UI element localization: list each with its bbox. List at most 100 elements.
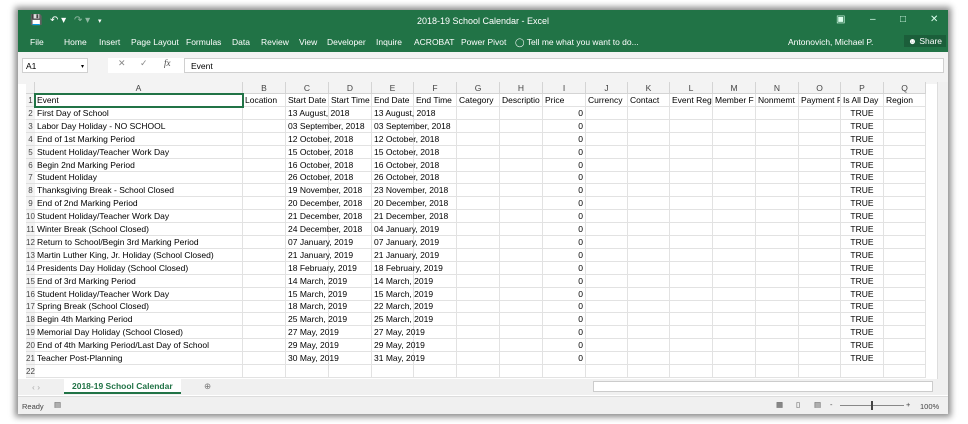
cell[interactable] (799, 326, 841, 340)
cell[interactable] (884, 248, 926, 262)
page-layout-view-icon[interactable]: ▯ (796, 400, 800, 409)
cell[interactable] (713, 248, 756, 262)
cell[interactable] (713, 210, 756, 224)
cell[interactable] (586, 158, 628, 172)
cell[interactable]: 24 December, 2018 (286, 223, 362, 236)
ribbon-tab[interactable]: Formulas (186, 37, 221, 47)
cell[interactable] (500, 145, 543, 159)
cell[interactable] (500, 300, 543, 314)
cell[interactable] (713, 313, 756, 327)
cell[interactable]: 26 October, 2018 (372, 171, 439, 185)
cell[interactable] (500, 158, 543, 172)
maximize-icon[interactable]: □ (900, 14, 906, 25)
cell[interactable] (713, 274, 756, 288)
cell[interactable]: Location (243, 94, 286, 107)
cell[interactable] (586, 210, 628, 224)
cell[interactable] (586, 132, 628, 146)
cell[interactable]: TRUE (841, 339, 884, 353)
cell[interactable]: 22 March, 2019 (372, 300, 433, 314)
cell[interactable] (799, 352, 841, 365)
cell[interactable]: TRUE (841, 145, 884, 159)
cell[interactable] (628, 352, 670, 365)
cell[interactable] (756, 326, 799, 340)
cell[interactable] (628, 313, 670, 327)
cell[interactable]: Begin 4th Marking Period (35, 313, 243, 327)
cell[interactable] (628, 197, 670, 211)
row-header[interactable]: 14 (26, 261, 35, 275)
cell[interactable] (243, 158, 286, 172)
minimize-icon[interactable]: – (870, 14, 876, 25)
normal-view-icon[interactable]: ▦ (776, 400, 783, 409)
vertical-scrollbar[interactable] (937, 82, 948, 382)
cell[interactable]: 21 December, 2018 (286, 210, 362, 224)
cell[interactable] (628, 326, 670, 340)
cell[interactable] (500, 287, 543, 301)
cell[interactable] (713, 106, 756, 120)
cell[interactable]: Martin Luther King, Jr. Holiday (School … (35, 248, 243, 262)
cell[interactable]: 16 October, 2018 (286, 158, 353, 172)
cell[interactable]: Is All Day (841, 94, 884, 107)
insert-function-icon[interactable]: fx (164, 58, 171, 68)
cell[interactable] (628, 119, 670, 133)
cell[interactable]: TRUE (841, 210, 884, 224)
cell[interactable] (756, 287, 799, 301)
cell[interactable]: TRUE (841, 184, 884, 198)
cell[interactable]: 0 (543, 158, 586, 172)
cell[interactable]: Price (543, 94, 586, 107)
cell[interactable] (457, 145, 500, 159)
cell[interactable] (884, 197, 926, 211)
cell[interactable]: 15 March, 2019 (372, 287, 433, 301)
row-header[interactable]: 9 (26, 197, 35, 211)
cell[interactable] (243, 364, 286, 378)
cell[interactable] (756, 171, 799, 185)
cell[interactable] (628, 210, 670, 224)
cell[interactable] (628, 364, 670, 378)
cell[interactable] (756, 197, 799, 211)
cell[interactable]: First Day of School (35, 106, 243, 120)
row-header[interactable]: 15 (26, 274, 35, 288)
macro-record-icon[interactable]: ▤ (54, 400, 61, 409)
cell[interactable]: Return to School/Begin 3rd Marking Perio… (35, 235, 243, 249)
cell[interactable]: 26 October, 2018 (286, 171, 353, 185)
cell[interactable] (713, 119, 756, 133)
cell[interactable] (756, 364, 799, 378)
cell[interactable]: Begin 2nd Marking Period (35, 158, 243, 172)
cell[interactable] (500, 339, 543, 353)
cell[interactable] (670, 106, 713, 120)
cell[interactable] (799, 300, 841, 314)
cell[interactable] (457, 119, 500, 133)
cell[interactable] (670, 326, 713, 340)
cell[interactable] (586, 274, 628, 288)
cell[interactable] (500, 119, 543, 133)
cell[interactable] (884, 106, 926, 120)
cell[interactable] (799, 313, 841, 327)
cell[interactable]: 0 (543, 132, 586, 146)
cell[interactable] (670, 274, 713, 288)
cell[interactable] (628, 106, 670, 120)
cell[interactable] (756, 261, 799, 275)
cell[interactable] (670, 352, 713, 365)
cell[interactable] (457, 326, 500, 340)
column-header[interactable]: M (713, 82, 756, 94)
cell[interactable]: Category (457, 94, 500, 107)
cell[interactable] (586, 326, 628, 340)
cell[interactable] (884, 158, 926, 172)
row-header[interactable]: 13 (26, 248, 35, 262)
cell[interactable] (628, 261, 670, 275)
cell[interactable] (670, 261, 713, 275)
cell[interactable] (756, 235, 799, 249)
cell[interactable]: 0 (543, 313, 586, 327)
row-header[interactable]: 17 (26, 300, 35, 314)
cell[interactable] (457, 235, 500, 249)
cell[interactable] (799, 235, 841, 249)
cell[interactable] (884, 326, 926, 340)
cell[interactable] (756, 119, 799, 133)
cell[interactable] (799, 274, 841, 288)
row-header[interactable]: 2 (26, 106, 35, 120)
ribbon-tab[interactable]: Home (64, 37, 87, 47)
cell[interactable] (457, 261, 500, 275)
cell[interactable] (713, 132, 756, 146)
cell[interactable] (500, 248, 543, 262)
cell[interactable] (586, 171, 628, 185)
cell[interactable] (457, 106, 500, 120)
